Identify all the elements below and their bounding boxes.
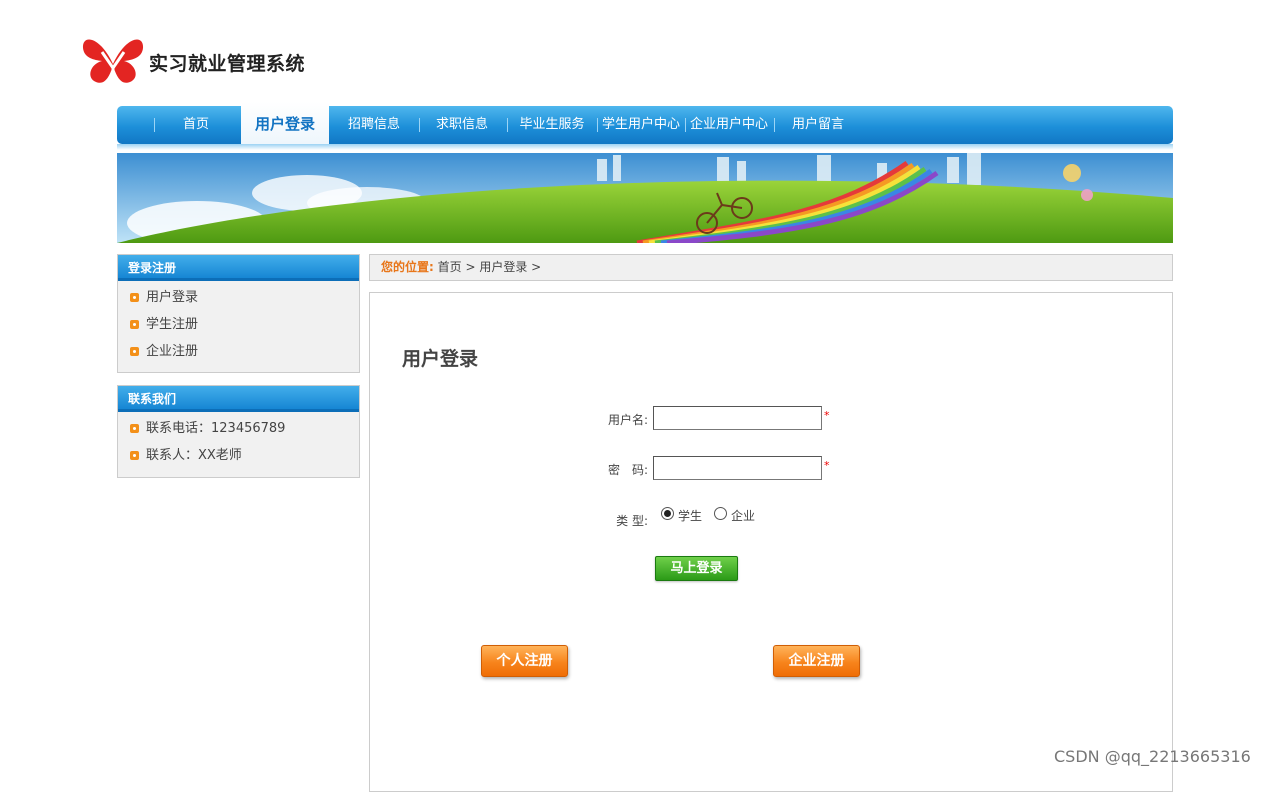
contact-box: 联系我们 联系电话：123456789 联系人：XX老师 [117, 385, 360, 478]
page-title: 用户登录 [402, 348, 479, 370]
nav-item-user-login[interactable]: 用户登录 [241, 102, 329, 144]
type-label: 类 型: [616, 514, 648, 528]
nav-item-company-center[interactable]: 企业用户中心 [687, 106, 771, 144]
sidebar-item-company-register[interactable]: 企业注册 [118, 338, 359, 365]
password-input[interactable] [653, 456, 822, 480]
username-label: 用户名: [607, 413, 648, 427]
sidebar-item-user-login[interactable]: 用户登录 [118, 284, 359, 311]
contact-person: 联系人：XX老师 [118, 442, 359, 469]
site-title: 实习就业管理系统 [149, 53, 306, 75]
company-register-button[interactable]: 企业注册 [773, 645, 860, 677]
orange-bullet-icon [130, 293, 139, 302]
butterfly-logo-icon [82, 39, 144, 83]
nav-separator [507, 118, 508, 132]
radio-student[interactable] [661, 507, 674, 520]
nav-item-jobs[interactable]: 招聘信息 [339, 106, 409, 144]
nav-item-job-seeking[interactable]: 求职信息 [427, 106, 497, 144]
login-register-box: 登录注册 用户登录 学生注册 企业注册 [117, 254, 360, 373]
required-mark: * [824, 459, 830, 472]
watermark: CSDN @qq_2213665316 [1054, 747, 1251, 766]
contact-phone: 联系电话：123456789 [118, 415, 359, 442]
orange-bullet-icon [130, 320, 139, 329]
breadcrumb-label: 您的位置: [381, 260, 434, 274]
username-input[interactable] [653, 406, 822, 430]
orange-bullet-icon [130, 424, 139, 433]
personal-register-button[interactable]: 个人注册 [481, 645, 568, 677]
password-label: 密 码: [607, 463, 648, 477]
required-mark: * [824, 409, 830, 422]
login-button[interactable]: 马上登录 [655, 556, 738, 581]
orange-bullet-icon [130, 347, 139, 356]
orange-bullet-icon [130, 451, 139, 460]
nav-separator [597, 118, 598, 132]
breadcrumb: 您的位置: 首页 > 用户登录 > [369, 254, 1173, 281]
radio-student-label: 学生 [678, 509, 703, 523]
breadcrumb-path: 首页 > 用户登录 > [437, 260, 542, 274]
banner-image [117, 153, 1173, 243]
nav-item-graduate-services[interactable]: 毕业生服务 [514, 106, 590, 144]
sidebar-item-student-register[interactable]: 学生注册 [118, 311, 359, 338]
nav-separator [685, 118, 686, 132]
nav-item-student-center[interactable]: 学生用户中心 [599, 106, 683, 144]
nav-item-home[interactable]: 首页 [165, 106, 227, 144]
nav-item-messages[interactable]: 用户留言 [783, 106, 853, 144]
radio-company[interactable] [714, 507, 727, 520]
radio-company-label: 企业 [731, 509, 756, 523]
login-register-title: 登录注册 [118, 255, 359, 281]
nav-separator [419, 118, 420, 132]
main-nav: 首页 用户登录 招聘信息 求职信息 毕业生服务 学生用户中心 企业用户中心 用户… [117, 102, 1173, 150]
login-panel: 用户登录 用户名: * 密 码: * 类 型: 学生 企业 马上登录 个人注册 … [369, 292, 1173, 792]
nav-separator [774, 118, 775, 132]
nav-separator [154, 118, 155, 132]
contact-title: 联系我们 [118, 386, 359, 412]
